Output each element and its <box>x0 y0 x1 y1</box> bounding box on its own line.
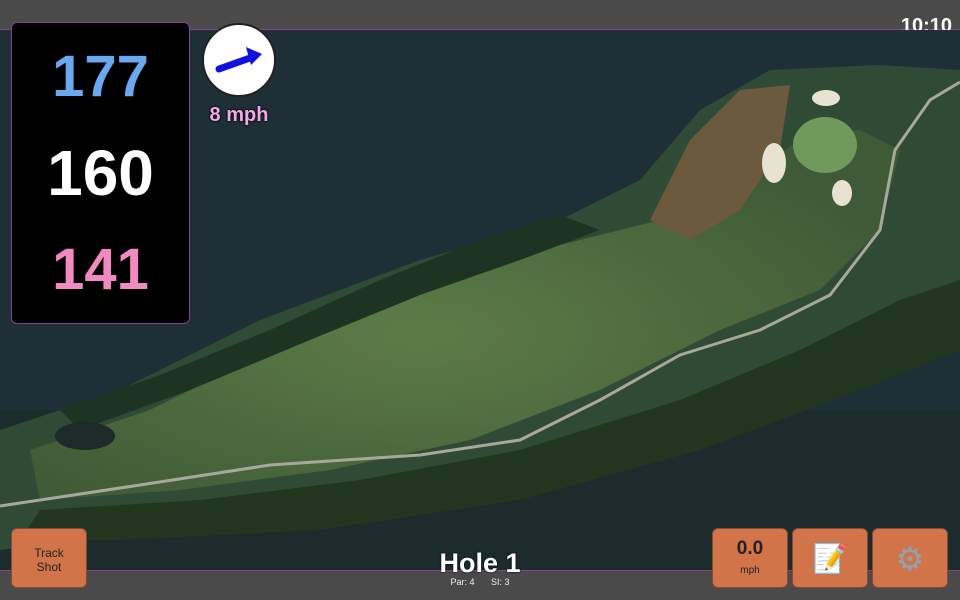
bunker-3 <box>832 180 852 206</box>
front-yardage: 141 <box>52 237 149 302</box>
yardage-panel: 177 160 141 <box>11 22 190 324</box>
track-shot-button[interactable]: Track Shot <box>11 528 87 588</box>
back-yardage: 177 <box>52 44 149 109</box>
wind-speed-label: 8 mph <box>209 104 269 126</box>
green <box>793 117 857 173</box>
wind-direction-dial <box>202 23 276 97</box>
hole-title: Hole 1 <box>439 548 521 578</box>
gear-icon: ⚙ <box>895 541 925 577</box>
hole-par: Par: 4 <box>450 577 475 587</box>
notes-button[interactable]: 📝 <box>792 528 868 588</box>
speed-unit: mph <box>740 565 760 576</box>
track-shot-label-line-1: Track <box>34 546 64 560</box>
wind-arrow-icon <box>215 47 262 73</box>
notepad-icon: 📝 <box>812 543 848 574</box>
hole-stroke-index: SI: 3 <box>491 577 510 587</box>
tee-pond <box>55 422 115 450</box>
speed-button[interactable]: 0.0 mph <box>712 528 788 588</box>
middle-yardage: 160 <box>47 137 154 209</box>
track-shot-label-line-2: Shot <box>36 560 62 574</box>
bunker-1 <box>812 90 840 106</box>
bunker-2 <box>762 143 786 183</box>
hole-info: Par: 4 SI: 3 <box>380 577 580 587</box>
settings-button[interactable]: ⚙ <box>872 528 948 588</box>
speed-value: 0.0 <box>736 538 764 559</box>
